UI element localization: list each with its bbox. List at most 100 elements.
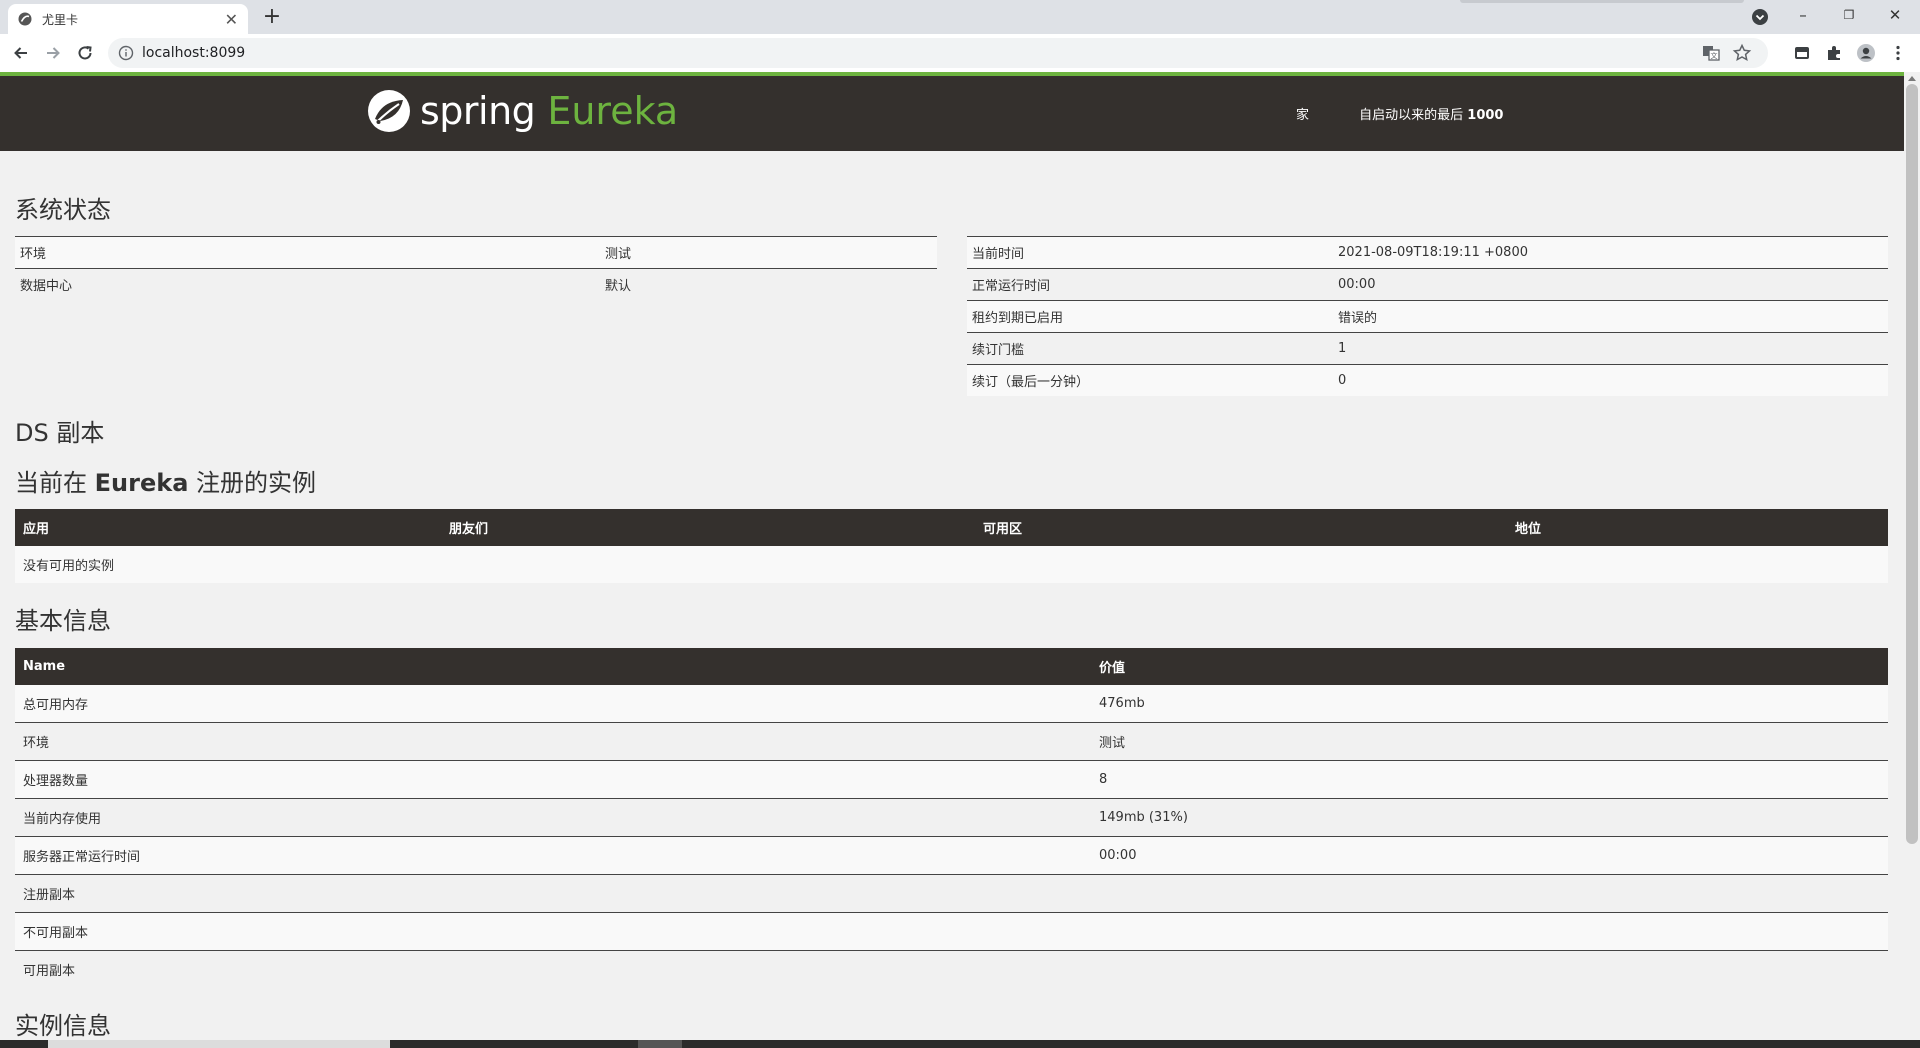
table-row: 注册副本	[15, 874, 1888, 913]
scroll-up-arrow-icon[interactable]	[1908, 76, 1916, 81]
table-row: 续订门槛 1	[967, 332, 1888, 365]
spring-favicon-icon	[18, 12, 32, 26]
scrollbar-thumb[interactable]	[1906, 84, 1918, 844]
extensions-puzzle-icon[interactable]	[1824, 43, 1844, 63]
svg-text:文: 文	[1711, 51, 1718, 60]
table-row: 当前时间 2021-08-09T18:19:11 +0800	[967, 236, 1888, 269]
registered-instances-heading: 当前在 Eureka 注册的实例	[15, 463, 316, 498]
row-label: 总可用内存	[15, 685, 1091, 723]
browser-tab-strip: 尤里卡 ✕ + – ❐ ✕	[0, 0, 1920, 34]
row-label: 续订（最后一分钟）	[967, 364, 1333, 396]
url-text[interactable]: localhost:8099	[142, 45, 245, 61]
row-label: 处理器数量	[15, 760, 1091, 799]
row-label: 当前内存使用	[15, 798, 1091, 837]
browser-tab[interactable]: 尤里卡 ✕	[8, 4, 248, 34]
navbar-links: 家 自启动以来的最后 1000	[1296, 104, 1549, 123]
browser-toolbar: localhost:8099 文	[0, 34, 1920, 72]
column-value: 价值	[1091, 648, 1888, 685]
general-info-header-row: Name 价值	[15, 648, 1888, 685]
logo-eureka-text: Eureka	[547, 89, 679, 133]
os-taskbar	[0, 1040, 1920, 1048]
extension-grid-icon[interactable]	[1792, 43, 1812, 63]
back-arrow-icon	[14, 47, 27, 59]
nav-last-prefix: 自启动以来的最后	[1359, 108, 1468, 123]
general-info-heading: 基本信息	[15, 607, 111, 635]
instances-table: 应用 朋友们 可用区 地位 没有可用的实例	[15, 509, 1888, 583]
table-row: 当前内存使用 149mb (31%)	[15, 798, 1888, 837]
row-label: 续订门槛	[967, 332, 1333, 365]
profile-avatar-icon[interactable]	[1856, 43, 1876, 63]
minimize-button[interactable]: –	[1780, 0, 1826, 30]
nav-last-1000-link[interactable]: 自启动以来的最后 1000	[1359, 108, 1503, 123]
column-amis: 朋友们	[441, 509, 975, 546]
row-label: 租约到期已启用	[967, 300, 1333, 333]
tab-search-icon[interactable]	[1750, 7, 1770, 27]
taskbar-item[interactable]	[638, 1040, 682, 1048]
address-bar[interactable]: localhost:8099 文	[108, 38, 1768, 68]
table-row: 正常运行时间 00:00	[967, 268, 1888, 301]
row-value: 00:00	[1333, 268, 1888, 301]
site-info-icon[interactable]	[118, 45, 134, 61]
registered-title-bold: Eureka	[94, 469, 189, 497]
row-value: 476mb	[1091, 685, 1888, 723]
window-close-button[interactable]: ✕	[1872, 0, 1918, 30]
reload-icon	[78, 46, 92, 60]
row-label: 环境	[15, 722, 1091, 761]
row-value: 默认	[600, 268, 937, 300]
ds-replicas-heading: DS 副本	[15, 419, 105, 447]
row-value: 00:00	[1091, 836, 1888, 875]
row-label: 当前时间	[967, 236, 1333, 269]
row-label: 不可用副本	[15, 912, 1091, 951]
no-instances-row: 没有可用的实例	[15, 546, 1888, 583]
restore-button[interactable]: ❐	[1826, 0, 1872, 30]
reload-button[interactable]	[72, 40, 98, 66]
system-status-heading: 系统状态	[15, 196, 111, 224]
taskbar-item[interactable]	[48, 1040, 390, 1048]
back-button[interactable]	[8, 40, 34, 66]
registered-title-suffix: 注册的实例	[188, 469, 317, 497]
browser-menu-icon[interactable]	[1888, 43, 1908, 63]
row-value: 8	[1091, 760, 1888, 799]
column-status: 地位	[1507, 509, 1888, 546]
table-row: 总可用内存 476mb	[15, 685, 1888, 723]
instance-info-heading: 实例信息	[15, 1012, 111, 1040]
row-label: 注册副本	[15, 874, 1091, 913]
row-value: 0	[1333, 364, 1888, 396]
spring-eureka-logo[interactable]: spring Eureka	[366, 86, 678, 136]
tab-title: 尤里卡	[42, 12, 79, 27]
tab-close-icon[interactable]: ✕	[225, 10, 238, 29]
table-row: 服务器正常运行时间 00:00	[15, 836, 1888, 875]
row-value	[1091, 912, 1888, 951]
table-row: 环境 测试	[15, 236, 937, 269]
instances-header-row: 应用 朋友们 可用区 地位	[15, 509, 1888, 546]
row-value	[1091, 950, 1888, 988]
page-scrollbar[interactable]	[1904, 72, 1920, 1048]
eureka-navbar: spring Eureka 家 自启动以来的最后 1000	[0, 76, 1904, 151]
tab-strip-overflow	[1460, 0, 1744, 3]
system-status-right-table: 当前时间 2021-08-09T18:19:11 +0800 正常运行时间 00:00…	[967, 236, 1888, 396]
row-value: 测试	[600, 236, 937, 269]
column-availability-zones: 可用区	[975, 509, 1507, 546]
new-tab-button[interactable]: +	[258, 4, 286, 32]
table-row: 数据中心 默认	[15, 268, 937, 300]
bookmark-star-icon[interactable]	[1732, 43, 1752, 63]
row-label: 可用副本	[15, 950, 1091, 988]
row-label: 正常运行时间	[967, 268, 1333, 301]
table-row: 处理器数量 8	[15, 760, 1888, 799]
translate-icon[interactable]: 文	[1702, 44, 1720, 62]
column-name: Name	[15, 648, 1091, 685]
row-value: 149mb (31%)	[1091, 798, 1888, 837]
row-value: 2021-08-09T18:19:11 +0800	[1333, 236, 1888, 269]
forward-arrow-icon	[47, 47, 60, 59]
spring-leaf-icon	[368, 90, 410, 132]
row-value: 测试	[1091, 722, 1888, 761]
forward-button[interactable]	[40, 40, 66, 66]
no-instances-text: 没有可用的实例	[15, 546, 1888, 583]
row-value: 错误的	[1333, 300, 1888, 333]
table-row: 租约到期已启用 错误的	[967, 300, 1888, 333]
row-label: 数据中心	[15, 268, 600, 300]
logo-spring-text: spring	[420, 89, 536, 133]
system-status-left-table: 环境 测试 数据中心 默认	[15, 236, 937, 300]
nav-home-link[interactable]: 家	[1296, 108, 1309, 123]
table-row: 环境 测试	[15, 722, 1888, 761]
